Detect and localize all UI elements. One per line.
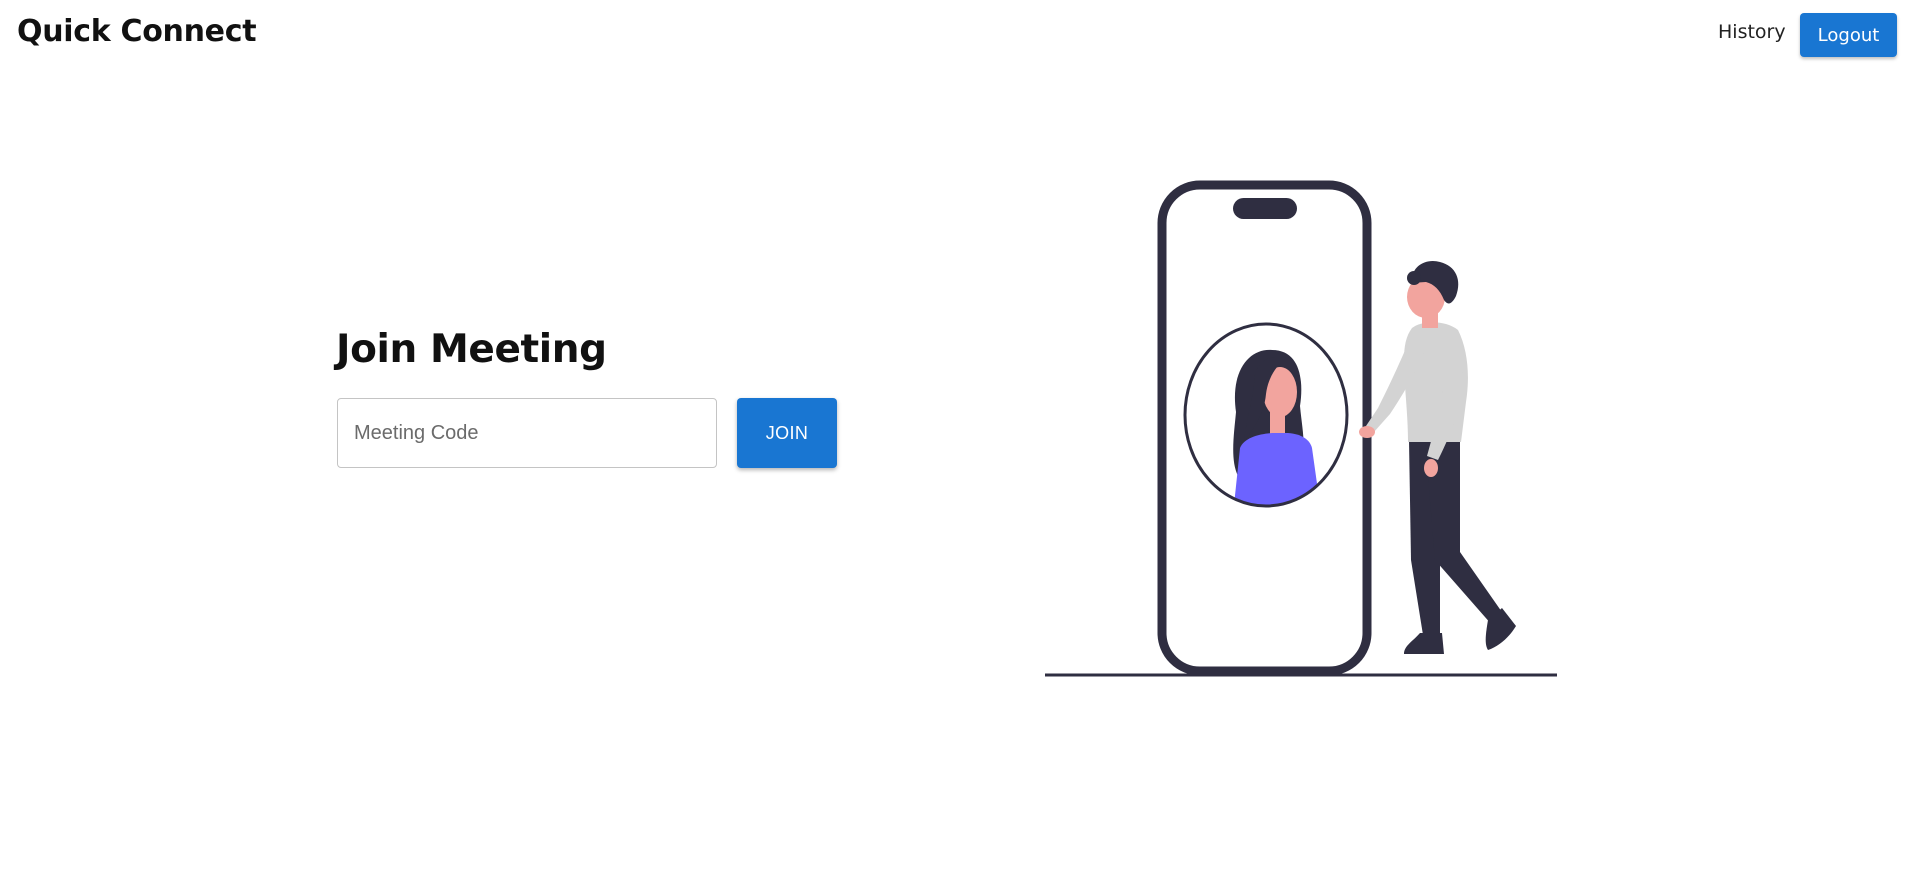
logout-button[interactable]: Logout <box>1800 13 1897 57</box>
top-navbar: Quick Connect History Logout <box>0 0 1915 70</box>
phone-notch <box>1233 198 1297 219</box>
history-link[interactable]: History <box>1718 21 1786 43</box>
app-brand: Quick Connect <box>17 14 257 49</box>
man-figure <box>1359 260 1516 654</box>
meeting-code-input[interactable] <box>337 398 717 468</box>
page-title: Join Meeting <box>336 327 607 372</box>
video-call-illustration <box>1045 180 1557 677</box>
join-button[interactable]: JOIN <box>737 398 837 468</box>
